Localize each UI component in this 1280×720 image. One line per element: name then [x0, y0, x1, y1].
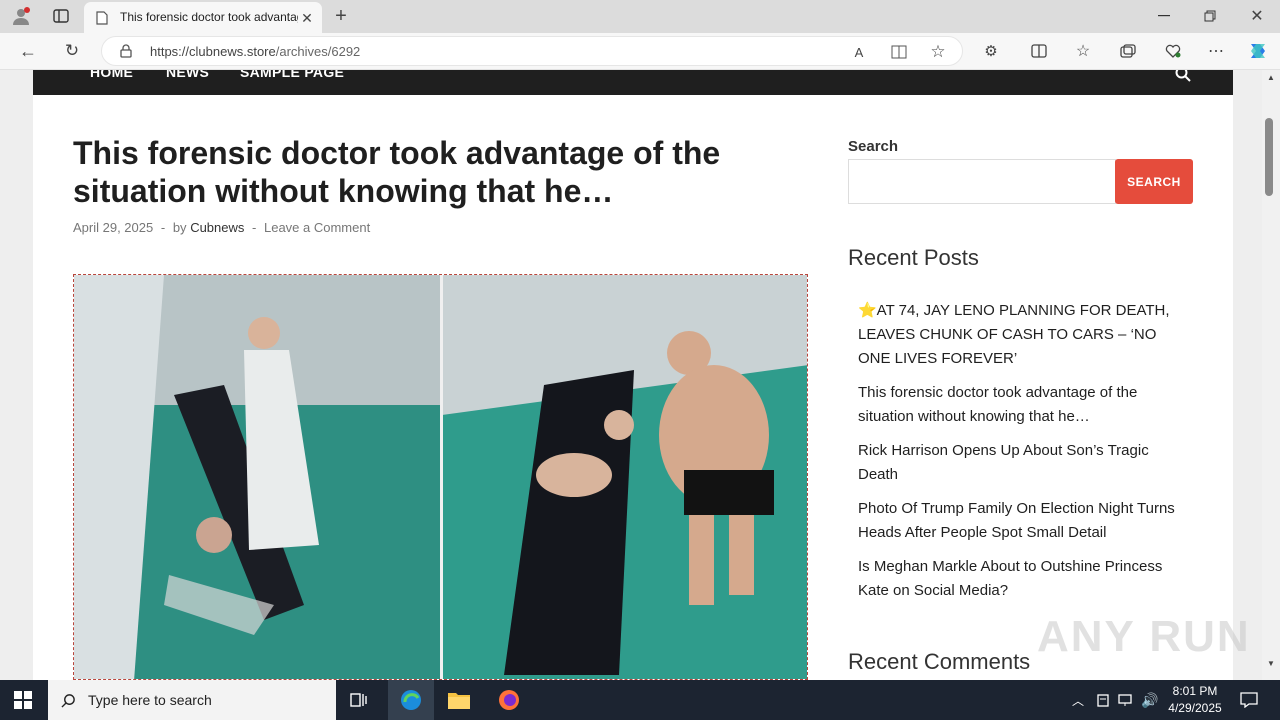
- recent-post-link-3[interactable]: Rick Harrison Opens Up About Son’s Tragi…: [858, 439, 1188, 487]
- scroll-down-icon[interactable]: ▼: [1265, 658, 1277, 668]
- taskbar-search-placeholder: Type here to search: [88, 692, 212, 708]
- taskbar-search-box[interactable]: Type here to search: [48, 680, 336, 720]
- search-icon[interactable]: [1173, 70, 1193, 84]
- featured-image[interactable]: [73, 274, 808, 680]
- clock-date: 4/29/2025: [1168, 701, 1222, 715]
- scroll-up-icon[interactable]: ▲: [1265, 72, 1277, 82]
- notifications-icon[interactable]: [1238, 690, 1260, 710]
- favorites-icon[interactable]: ☆: [1072, 41, 1094, 61]
- sidebar-search-button[interactable]: SEARCH: [1115, 159, 1193, 204]
- copilot-icon[interactable]: [1245, 39, 1271, 63]
- recent-post-link-4[interactable]: Photo Of Trump Family On Election Night …: [858, 497, 1188, 545]
- url-text: https://clubnews.store/archives/6292: [150, 44, 360, 59]
- browser-tab-bar: This forensic doctor took advantage of t…: [0, 0, 1280, 33]
- tab-title: This forensic doctor took advantage of t…: [120, 10, 298, 24]
- url-host: https://clubnews.store: [150, 44, 276, 59]
- recent-post-link-2[interactable]: This forensic doctor took advantage of t…: [858, 381, 1188, 429]
- leave-comment-link[interactable]: Leave a Comment: [264, 220, 370, 235]
- address-bar[interactable]: https://clubnews.store/archives/6292 A ☆: [101, 36, 963, 66]
- restore-button[interactable]: [1198, 6, 1222, 26]
- windows-taskbar: Type here to search ︿ 🔊 8:01 PM 4/29/202…: [0, 680, 1280, 720]
- url-path: /archives/6292: [275, 44, 361, 59]
- favorite-star-icon[interactable]: ☆: [928, 42, 948, 62]
- minimize-button[interactable]: [1152, 6, 1176, 26]
- back-button[interactable]: ←: [16, 41, 40, 61]
- page-viewport: HOME NEWS SAMPLE PAGE This forensic doct…: [0, 70, 1262, 680]
- immersive-reader-icon[interactable]: [890, 43, 908, 61]
- close-tab-icon[interactable]: ✕: [298, 9, 316, 27]
- task-view-icon[interactable]: [348, 689, 370, 711]
- meta-separator: -: [160, 220, 166, 235]
- meta-separator: -: [252, 220, 257, 235]
- close-window-button[interactable]: ✕: [1245, 6, 1269, 26]
- page-scrollbar[interactable]: ▲ ▼: [1262, 70, 1280, 680]
- split-screen-icon[interactable]: [1028, 41, 1050, 61]
- firefox-icon[interactable]: [496, 688, 522, 712]
- watermark: ANY RUN: [1037, 612, 1251, 661]
- site-navbar: HOME NEWS SAMPLE PAGE: [33, 70, 1233, 95]
- file-explorer-icon[interactable]: [446, 688, 472, 712]
- security-tray-icon[interactable]: [1094, 690, 1112, 710]
- more-menu-icon[interactable]: ⋯: [1205, 41, 1227, 61]
- recent-post-link-1[interactable]: ⭐AT 74, JAY LENO PLANNING FOR DEATH, LEA…: [858, 299, 1188, 371]
- volume-icon[interactable]: 🔊: [1140, 690, 1160, 710]
- lock-icon[interactable]: [118, 43, 134, 59]
- scrollbar-thumb[interactable]: [1265, 118, 1273, 196]
- recent-post-link-5[interactable]: Is Meghan Markle About to Outshine Princ…: [858, 555, 1188, 603]
- page-icon: [94, 10, 110, 26]
- recent-posts-title: Recent Posts: [848, 245, 979, 270]
- featured-image-illustration: [74, 275, 807, 679]
- collections-icon[interactable]: [1117, 41, 1139, 61]
- edge-taskbar-icon[interactable]: [388, 680, 434, 720]
- taskbar-clock[interactable]: 8:01 PM 4/29/2025: [1160, 683, 1230, 717]
- site-container: HOME NEWS SAMPLE PAGE This forensic doct…: [33, 70, 1233, 680]
- tab-active[interactable]: This forensic doctor took advantage of t…: [84, 2, 322, 33]
- post-title: This forensic doctor took advantage of t…: [73, 135, 721, 209]
- start-button[interactable]: [12, 690, 34, 710]
- search-widget-label: Search: [848, 138, 899, 155]
- post-meta: April 29, 2025 - by Cubnews - Leave a Co…: [73, 220, 370, 235]
- nav-home[interactable]: HOME: [90, 70, 133, 80]
- hidden-icons-chevron-icon[interactable]: ︿: [1070, 690, 1086, 710]
- address-toolbar: ← ↻ https://clubnews.store/archives/6292…: [0, 33, 1280, 70]
- clock-time: 8:01 PM: [1172, 684, 1218, 698]
- refresh-button[interactable]: ↻: [60, 41, 84, 61]
- extensions-icon[interactable]: ⚙: [980, 41, 1002, 61]
- post-author[interactable]: Cubnews: [190, 220, 244, 235]
- browser-essentials-icon[interactable]: [1162, 41, 1184, 61]
- new-tab-button[interactable]: +: [330, 5, 352, 27]
- profile-icon[interactable]: [10, 6, 32, 26]
- by-label: by: [172, 220, 187, 235]
- recent-comments-title: Recent Comments: [848, 649, 1031, 674]
- network-icon[interactable]: [1117, 690, 1135, 710]
- post-date[interactable]: April 29, 2025: [73, 220, 153, 235]
- sidebar-search-input[interactable]: [848, 159, 1116, 204]
- tab-actions-icon[interactable]: [50, 6, 72, 26]
- nav-sample-page[interactable]: SAMPLE PAGE: [240, 70, 344, 80]
- read-aloud-icon[interactable]: A: [850, 43, 868, 61]
- taskbar-search-icon: [60, 692, 76, 708]
- nav-news[interactable]: NEWS: [166, 70, 209, 80]
